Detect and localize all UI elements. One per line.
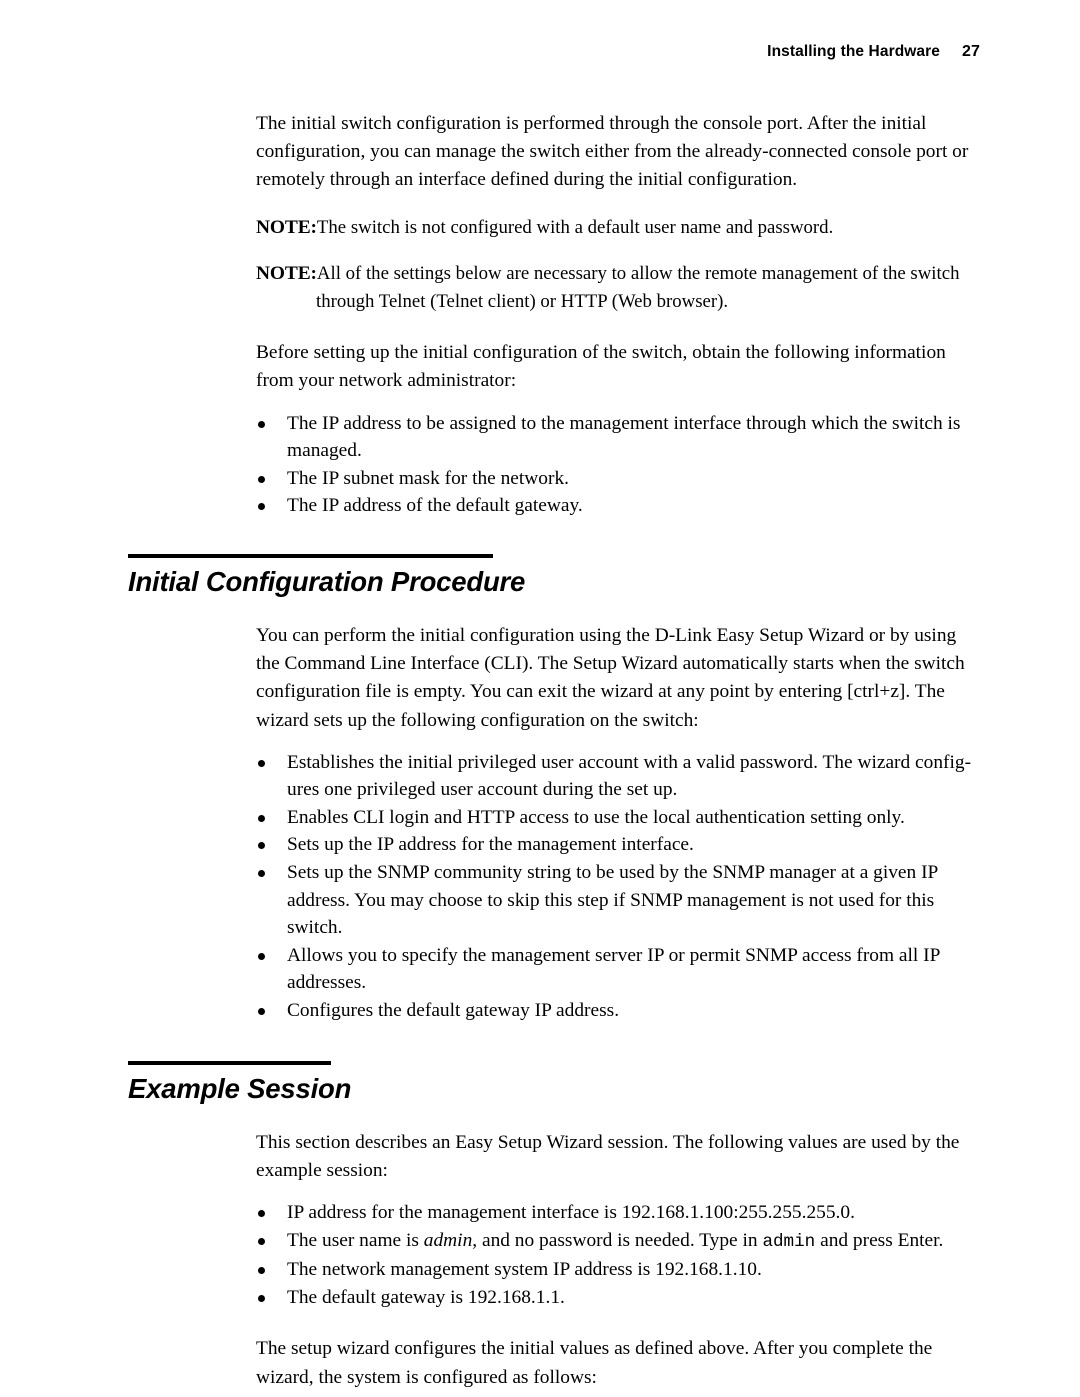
intro-paragraph: The initial switch configuration is perf… [256, 113, 969, 191]
user-name-suffix: and press Enter. [815, 1229, 944, 1251]
list-item: Establishes the initial privileged user … [0, 749, 980, 804]
list-item: The IP address of the default gateway. [0, 492, 980, 520]
example-session-closing-paragraph: The setup wizard configures the initial … [256, 1338, 933, 1388]
section-heading-initial-configuration: Initial Configuration Procedure [0, 553, 1080, 598]
heading-rule [128, 1060, 331, 1065]
note-continuation: through Telnet (Telnet client) or HTTP (… [316, 290, 729, 312]
before-setup-bullet-list: The IP address to be assigned to the man… [0, 410, 1080, 520]
list-item-user-name: The user name is admin, and no password … [0, 1227, 980, 1257]
running-header: Installing the Hardware 27 [767, 43, 980, 61]
example-session-paragraph: This section describes an Easy Setup Wiz… [256, 1131, 960, 1181]
user-name-italic: admin [423, 1229, 473, 1251]
heading-text: Example Session [128, 1072, 352, 1104]
list-item: The IP address to be assigned to the man… [0, 410, 980, 465]
running-header-title: Installing the Hardware [767, 43, 940, 60]
note-text: All of the settings below are necessary … [316, 263, 960, 285]
list-item: The network management system IP address… [0, 1256, 980, 1284]
page-number: 27 [962, 43, 980, 60]
list-item: Sets up the SNMP community string to be … [0, 859, 980, 942]
list-item: The default gateway is 192.168.1.1. [0, 1284, 980, 1312]
note-text: The switch is not configured with a defa… [316, 216, 834, 238]
note-label: NOTE: [256, 216, 317, 238]
list-item: Sets up the IP address for the managemen… [0, 831, 980, 859]
initial-configuration-bullet-list: Establishes the initial privileged user … [0, 749, 1080, 1025]
note-block-1: NOTE:The switch is not configured with a… [0, 214, 1080, 242]
list-item: Allows you to specify the management ser… [0, 942, 980, 997]
user-name-prefix: The user name is [287, 1229, 424, 1251]
heading-text: Initial Configuration Procedure [128, 565, 526, 597]
example-session-value-list: IP address for the management interface … [0, 1199, 1080, 1311]
note-block-2: NOTE:All of the settings below are neces… [0, 260, 1080, 315]
list-item: Enables CLI login and HTTP access to use… [0, 804, 980, 832]
user-name-monospace: admin [762, 1231, 816, 1252]
document-page: Installing the Hardware 27 The initial s… [0, 0, 1080, 1397]
page-content: The initial switch configuration is perf… [0, 110, 1080, 1397]
before-setup-paragraph: Before setting up the initial configurat… [256, 342, 946, 392]
section-heading-example-session: Example Session [0, 1060, 1080, 1105]
list-item: The IP subnet mask for the network. [0, 465, 980, 493]
user-name-middle: , and no password is needed. Type in [472, 1229, 763, 1251]
list-item: IP address for the management interface … [0, 1199, 980, 1227]
heading-rule [128, 553, 493, 558]
list-item: Configures the default gateway IP addres… [0, 997, 980, 1025]
initial-configuration-paragraph: You can perform the initial configuratio… [256, 624, 965, 731]
note-label: NOTE: [256, 263, 317, 285]
